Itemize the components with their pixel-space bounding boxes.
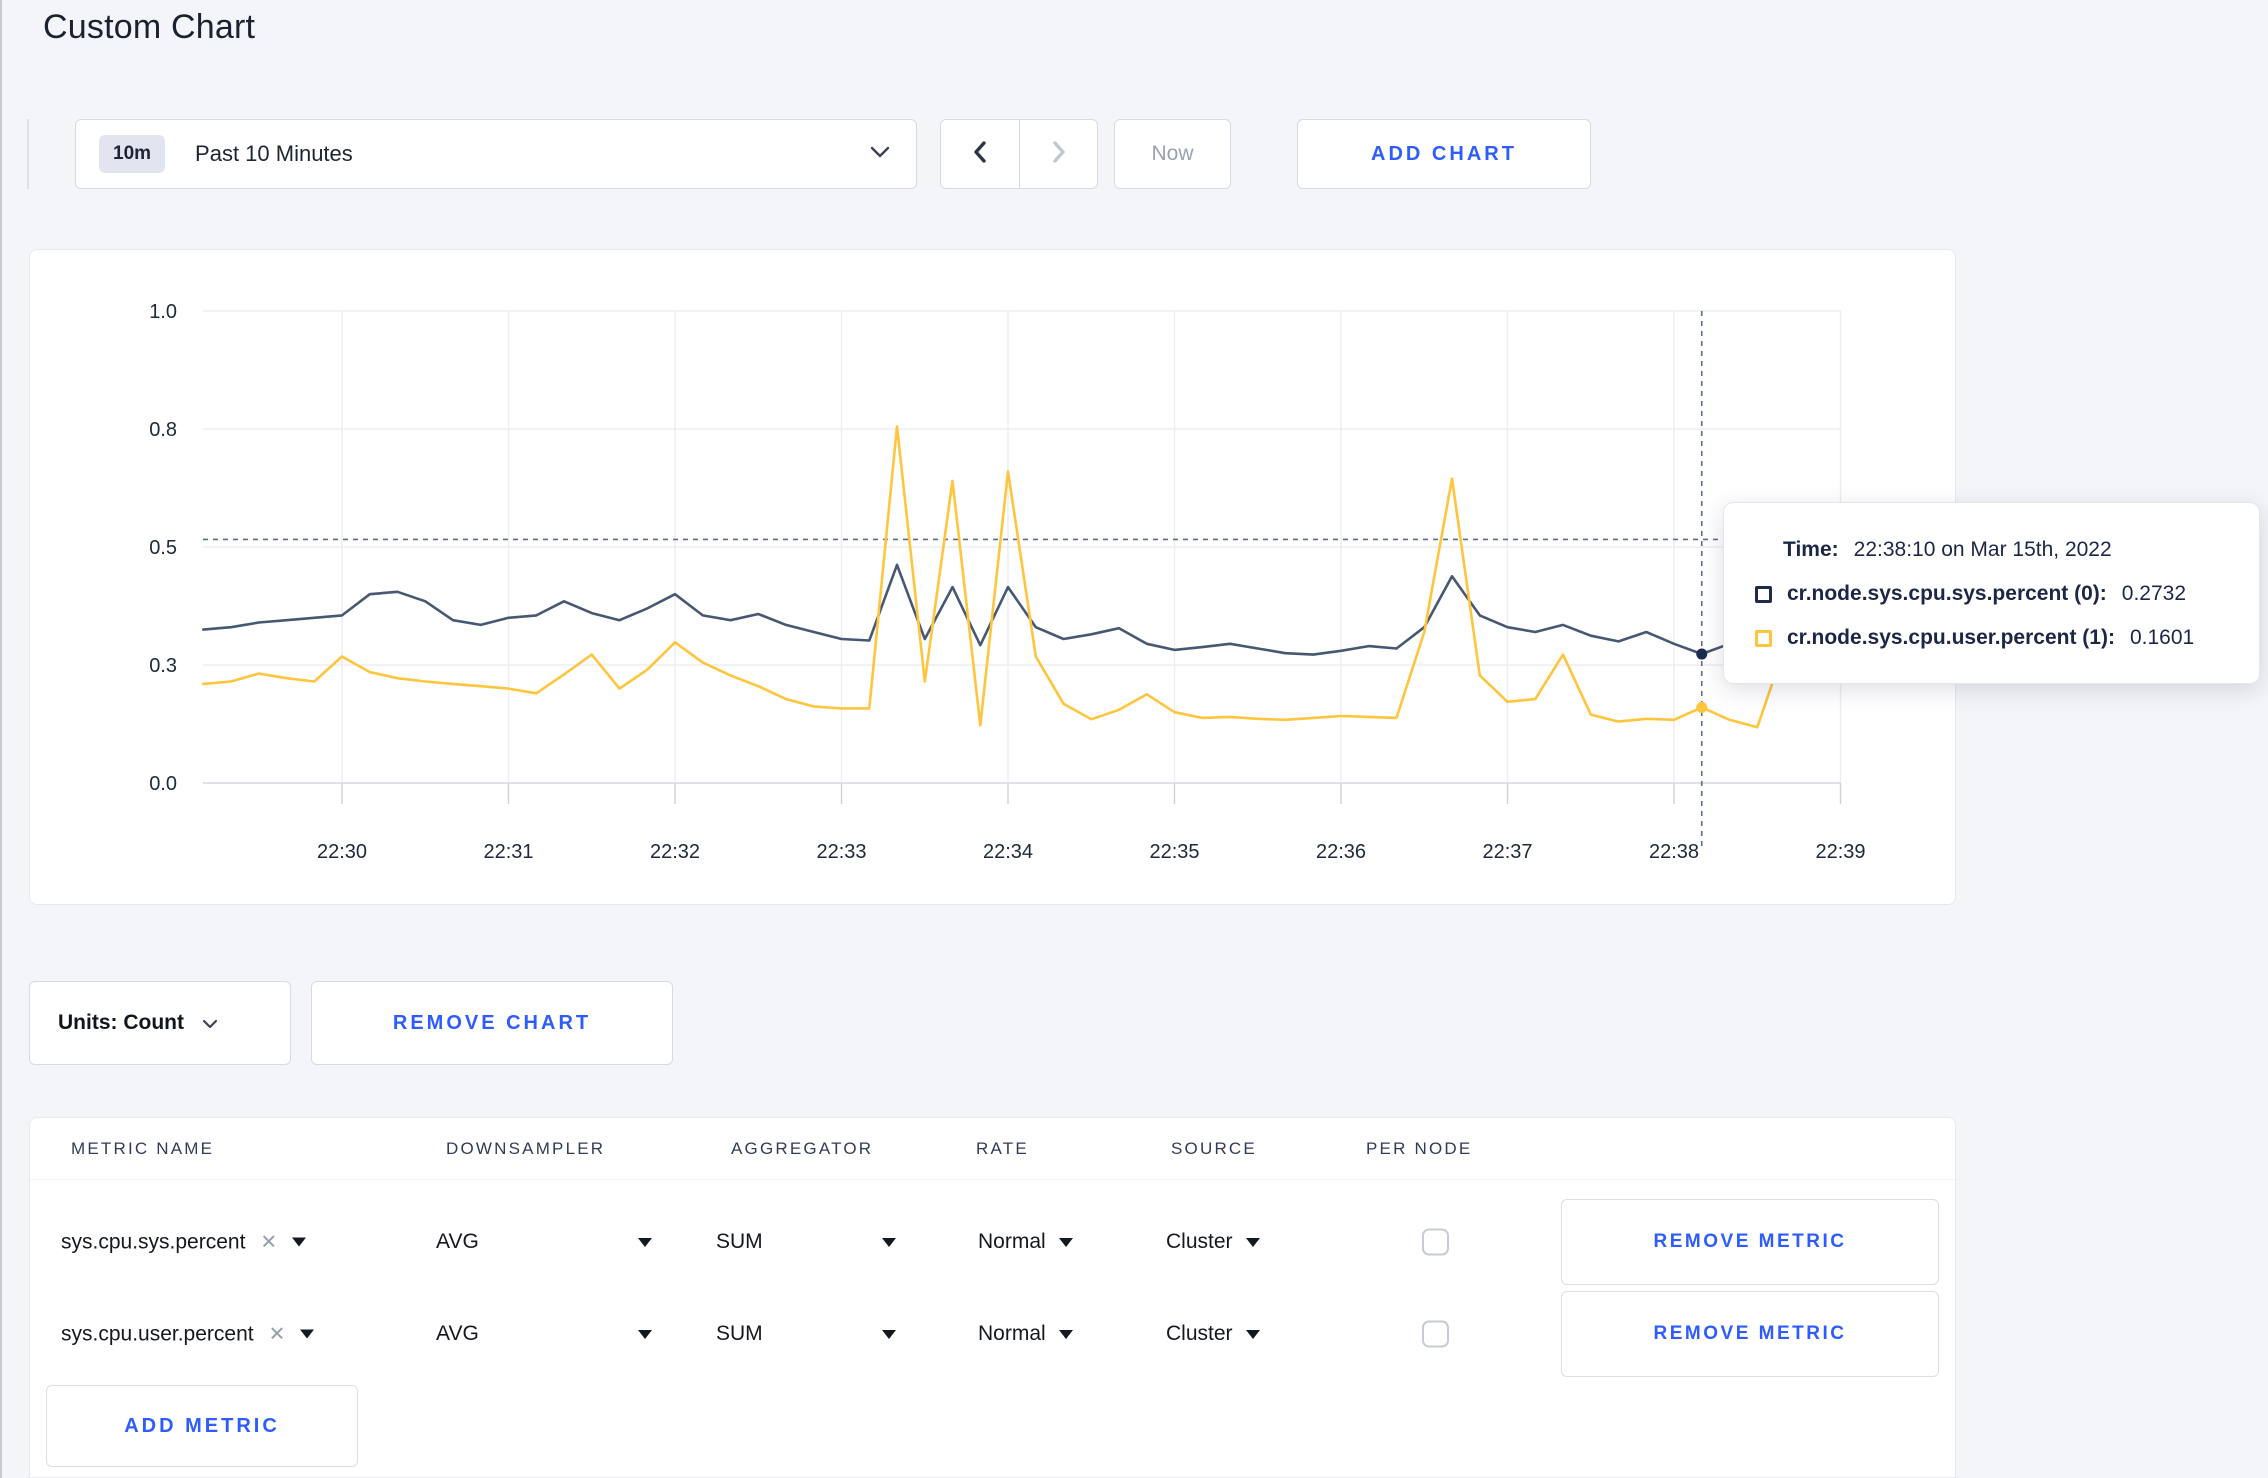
toolbar-divider (27, 119, 29, 189)
rate-value: Normal (978, 1230, 1046, 1253)
remove-metric-button[interactable]: REMOVE METRIC (1561, 1199, 1939, 1285)
metric-row: sys.cpu.user.percent ✕ AVG SUM Normal Cl… (30, 1291, 1955, 1377)
chevron-down-icon (202, 1011, 218, 1035)
per-node-checkbox[interactable] (1422, 1228, 1449, 1256)
rate-value: Normal (978, 1322, 1046, 1345)
svg-text:0.8: 0.8 (149, 419, 177, 441)
remove-chart-button[interactable]: REMOVE CHART (311, 981, 673, 1065)
chevron-down-icon (870, 145, 890, 163)
svg-text:22:37: 22:37 (1482, 841, 1532, 863)
clear-metric-icon[interactable]: ✕ (260, 1230, 277, 1255)
caret-down-icon (1245, 1237, 1260, 1247)
rate-select[interactable]: Normal (978, 1230, 1073, 1254)
tooltip-series-value: 0.2732 (2121, 582, 2187, 605)
downsampler-value: AVG (436, 1322, 479, 1345)
col-header-aggregator: AGGREGATOR (731, 1138, 874, 1158)
aggregator-value: SUM (716, 1322, 763, 1345)
prev-time-button[interactable] (941, 120, 1019, 188)
metrics-table-header: METRIC NAME DOWNSAMPLER AGGREGATOR RATE … (30, 1118, 1955, 1180)
caret-down-icon (1058, 1329, 1073, 1339)
metric-name-select[interactable]: sys.cpu.user.percent ✕ (61, 1322, 315, 1347)
col-header-per-node: PER NODE (1366, 1138, 1473, 1158)
time-pager (940, 119, 1098, 189)
time-window-label: Past 10 Minutes (195, 141, 353, 166)
remove-metric-button[interactable]: REMOVE METRIC (1561, 1291, 1939, 1377)
add-metric-button[interactable]: ADD METRIC (46, 1385, 358, 1467)
tooltip-time-row: Time: 22:38:10 on Mar 15th, 2022 (1755, 528, 2239, 572)
aggregator-select[interactable]: SUM (716, 1322, 896, 1346)
col-header-metric-name: METRIC NAME (71, 1138, 215, 1158)
caret-down-icon (882, 1329, 896, 1339)
svg-text:22:32: 22:32 (650, 841, 700, 863)
aggregator-value: SUM (716, 1230, 763, 1253)
aggregator-select[interactable]: SUM (716, 1230, 896, 1254)
svg-text:22:34: 22:34 (983, 841, 1033, 863)
caret-down-icon (882, 1237, 896, 1247)
source-select[interactable]: Cluster (1166, 1230, 1260, 1254)
source-select[interactable]: Cluster (1166, 1322, 1260, 1346)
caret-down-icon (638, 1237, 652, 1247)
caret-down-icon (292, 1237, 307, 1247)
custom-chart-page: Custom Chart 10m Past 10 Minutes Now ADD… (0, 0, 2268, 1478)
svg-text:0.0: 0.0 (149, 773, 177, 795)
metric-name-select[interactable]: sys.cpu.sys.percent ✕ (61, 1230, 307, 1255)
series-sys-swatch-icon (1755, 585, 1772, 603)
downsampler-select[interactable]: AVG (436, 1322, 652, 1346)
source-value: Cluster (1166, 1322, 1233, 1345)
svg-text:22:30: 22:30 (317, 841, 367, 863)
clear-metric-icon[interactable]: ✕ (269, 1322, 286, 1347)
metrics-table: METRIC NAME DOWNSAMPLER AGGREGATOR RATE … (29, 1117, 1956, 1478)
rate-select[interactable]: Normal (978, 1322, 1073, 1346)
page-left-edge (0, 0, 2, 1478)
units-label: Units: Count (58, 1011, 184, 1034)
source-value: Cluster (1166, 1230, 1233, 1253)
downsampler-value: AVG (436, 1230, 479, 1253)
add-chart-button[interactable]: ADD CHART (1297, 119, 1591, 189)
svg-text:22:36: 22:36 (1316, 841, 1366, 863)
svg-text:22:33: 22:33 (816, 841, 866, 863)
caret-down-icon (638, 1329, 652, 1339)
caret-down-icon (1245, 1329, 1260, 1339)
col-header-rate: RATE (976, 1138, 1029, 1158)
svg-text:22:39: 22:39 (1815, 841, 1865, 863)
next-time-button[interactable] (1019, 120, 1097, 188)
col-header-downsampler: DOWNSAMPLER (446, 1138, 606, 1158)
metric-name-value: sys.cpu.user.percent (61, 1322, 254, 1345)
tooltip-series-value: 0.1601 (2129, 626, 2195, 649)
chart-tooltip: Time: 22:38:10 on Mar 15th, 2022 cr.node… (1723, 502, 2260, 684)
chart-card: 0.0 0.3 0.5 0.8 1.0 22:30 22:31 22:32 22:33 22:34… (29, 249, 1956, 905)
page-title: Custom Chart (43, 8, 256, 46)
time-window-dropdown[interactable]: 10m Past 10 Minutes (75, 119, 917, 189)
tooltip-time-value: 22:38:10 on Mar 15th, 2022 (1853, 538, 2112, 561)
chevron-right-icon (1048, 139, 1070, 170)
downsampler-select[interactable]: AVG (436, 1230, 652, 1254)
time-window-badge: 10m (99, 135, 166, 173)
per-node-checkbox[interactable] (1422, 1320, 1449, 1348)
svg-text:22:35: 22:35 (1149, 841, 1199, 863)
timeseries-chart[interactable]: 0.0 0.3 0.5 0.8 1.0 22:30 22:31 22:32 22:33 22:34… (30, 250, 1955, 904)
series-user-swatch-icon (1755, 629, 1772, 647)
tooltip-series-label: cr.node.sys.cpu.user.percent (1): (1787, 626, 2115, 649)
svg-text:1.0: 1.0 (149, 301, 177, 323)
svg-text:0.3: 0.3 (149, 655, 177, 677)
metric-row: sys.cpu.sys.percent ✕ AVG SUM Normal Clu… (30, 1199, 1955, 1285)
tooltip-time-label: Time: (1783, 538, 1839, 561)
tooltip-series-row: cr.node.sys.cpu.sys.percent (0): 0.2732 (1755, 572, 2239, 616)
caret-down-icon (300, 1329, 315, 1339)
col-header-source: SOURCE (1171, 1138, 1257, 1158)
tooltip-series-label: cr.node.sys.cpu.sys.percent (0): (1787, 582, 2107, 605)
chevron-left-icon (969, 139, 991, 170)
now-button[interactable]: Now (1114, 119, 1231, 189)
metric-name-value: sys.cpu.sys.percent (61, 1230, 246, 1253)
svg-text:22:31: 22:31 (483, 841, 533, 863)
svg-text:22:38: 22:38 (1649, 841, 1699, 863)
tooltip-series-row: cr.node.sys.cpu.user.percent (1): 0.1601 (1755, 616, 2239, 660)
caret-down-icon (1058, 1237, 1073, 1247)
units-dropdown[interactable]: Units: Count (29, 981, 291, 1065)
svg-text:0.5: 0.5 (149, 537, 177, 559)
